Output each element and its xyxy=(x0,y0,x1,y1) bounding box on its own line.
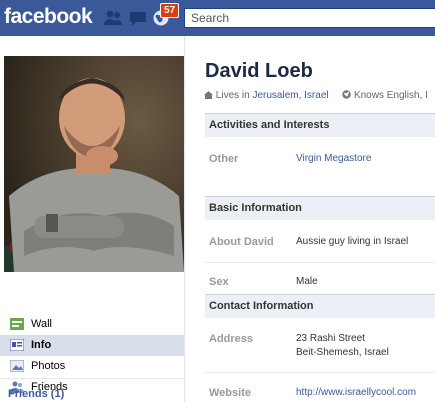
info-icon xyxy=(9,338,25,352)
lives-city-link[interactable]: Jerusalem, Israel xyxy=(252,90,328,101)
profile-nav: Wall Info Photos Friends xyxy=(0,314,184,398)
profile-meta: Lives in Jerusalem, Israel Knows English… xyxy=(204,90,428,101)
nav-item-label: Info xyxy=(31,339,52,351)
left-sidebar: Wall Info Photos Friends Friends (1) xyxy=(0,36,185,402)
row-value-sex: Male xyxy=(296,276,318,287)
languages-text: Knows English, I xyxy=(353,90,428,101)
row-value-other[interactable]: Virgin Megastore xyxy=(296,152,371,166)
notification-badge[interactable]: 57 xyxy=(160,3,180,18)
wall-icon xyxy=(10,318,24,330)
profile-picture[interactable] xyxy=(4,56,184,272)
row-value-address-line1: 23 Rashi Street xyxy=(296,333,365,344)
messages-icon[interactable] xyxy=(128,9,148,27)
nav-item-info[interactable]: Info xyxy=(0,335,184,356)
friends-count-link[interactable]: Friends (1) xyxy=(8,388,64,400)
divider xyxy=(0,378,184,379)
friend-requests-icon[interactable] xyxy=(103,9,123,27)
profile-name: David Loeb xyxy=(205,60,313,82)
lives-prefix: Lives in xyxy=(215,90,250,101)
nav-item-wall[interactable]: Wall xyxy=(0,314,184,335)
house-icon xyxy=(204,90,213,99)
nav-item-label: Wall xyxy=(31,318,52,330)
row-value-about: Aussie guy living in Israel xyxy=(296,236,409,247)
row-value-address-line2: Beit-Shemesh, Israel xyxy=(296,347,389,358)
row-label-sex: Sex xyxy=(209,276,229,288)
row-value-website[interactable]: http://www.israellycool.com xyxy=(296,386,416,400)
section-header-contact: Contact Information xyxy=(205,294,435,318)
row-label-website: Website xyxy=(209,387,251,399)
globe-icon xyxy=(342,90,351,99)
facebook-logo[interactable]: facebook xyxy=(4,5,93,29)
photos-icon xyxy=(9,359,25,373)
row-label-address: Address xyxy=(209,333,254,345)
row-label-about: About David xyxy=(209,236,274,248)
divider xyxy=(205,262,435,263)
search-input[interactable]: Search xyxy=(184,8,435,28)
section-header-activities: Activities and Interests xyxy=(205,113,435,137)
nav-item-photos[interactable]: Photos xyxy=(0,356,184,377)
profile-info-panel: David Loeb Lives in Jerusalem, Israel Kn… xyxy=(185,36,435,402)
section-header-basic: Basic Information xyxy=(205,196,435,220)
divider xyxy=(205,372,435,373)
row-label-other: Other xyxy=(209,153,239,165)
nav-item-label: Photos xyxy=(31,360,66,372)
top-navigation-bar: facebook 57 Search xyxy=(0,0,435,36)
